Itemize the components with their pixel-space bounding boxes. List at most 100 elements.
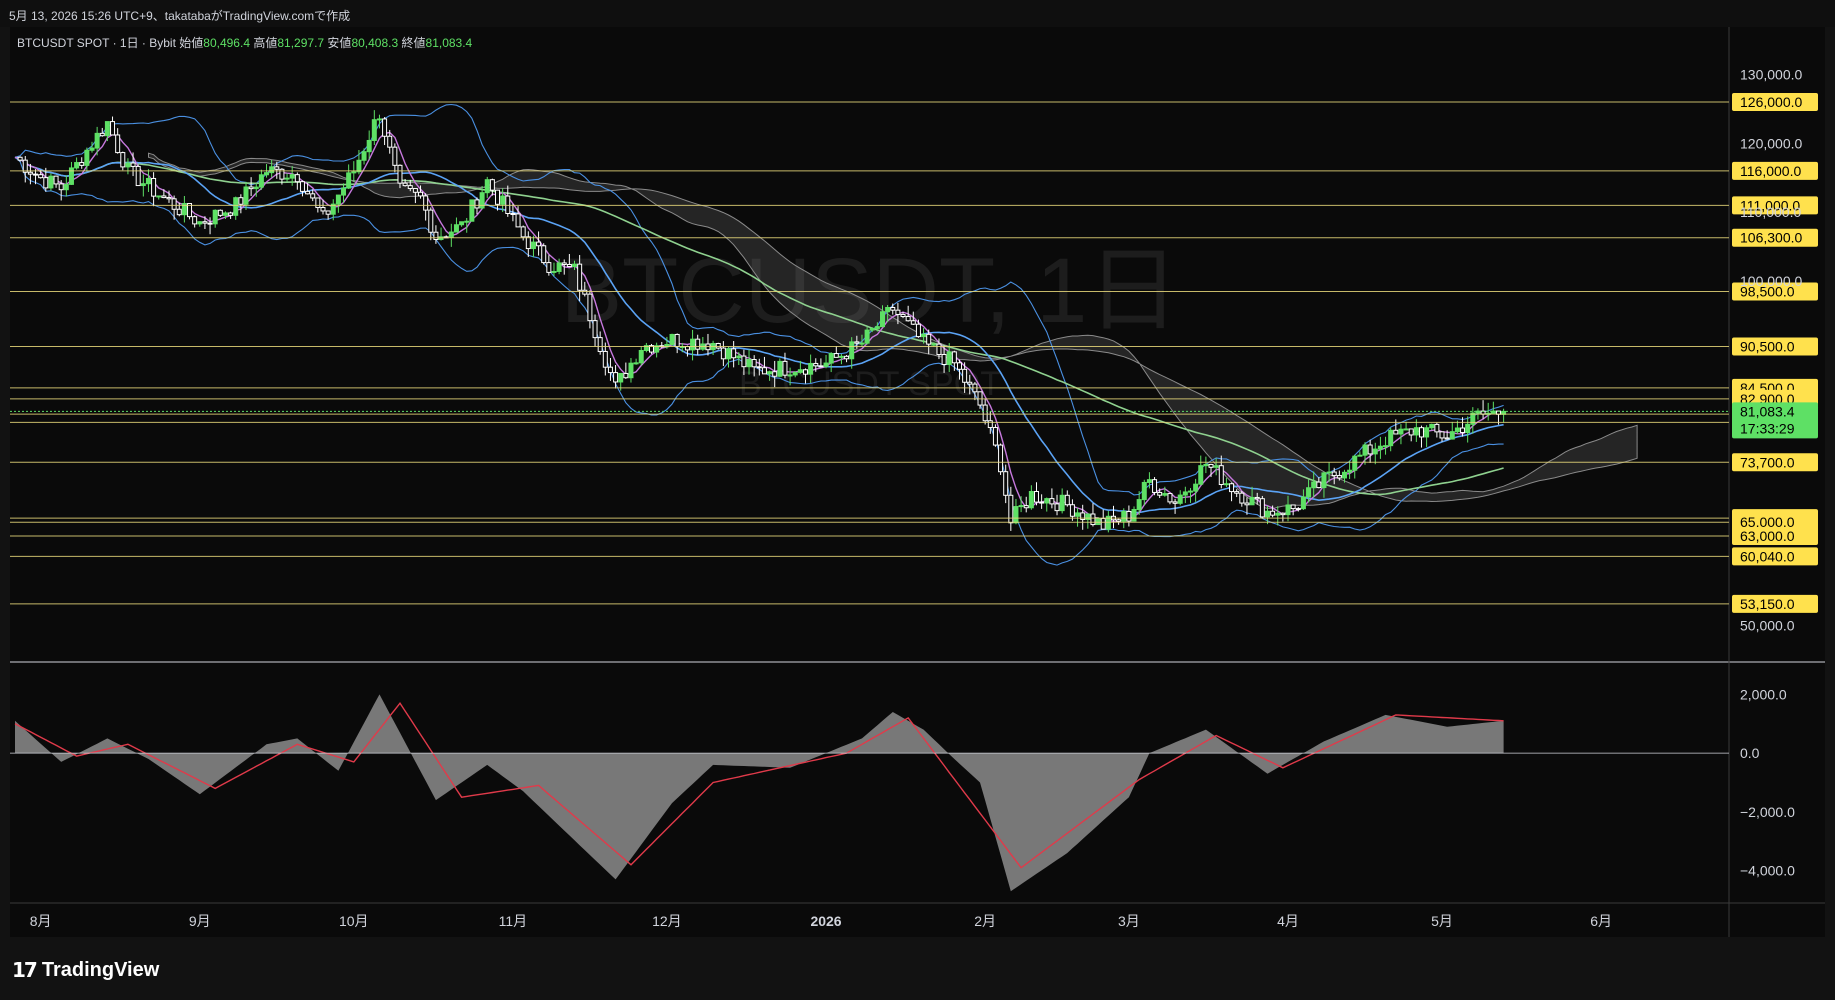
candle-body: [715, 343, 721, 349]
candle-body: [1316, 481, 1322, 489]
candle-body: [1465, 423, 1471, 434]
candle-body: [253, 186, 259, 190]
candle-body: [371, 119, 377, 141]
candle-body: [1244, 502, 1250, 506]
candle-body: [1075, 512, 1081, 517]
candle-body: [1460, 427, 1466, 434]
candle-body: [808, 362, 814, 375]
candle-body: [459, 221, 465, 226]
candle-body: [346, 172, 352, 189]
candle-body: [1393, 429, 1399, 435]
candle-body: [1239, 492, 1245, 504]
candle-body: [1116, 519, 1122, 522]
candle-body: [387, 135, 393, 148]
open-value: 80,496.4: [203, 36, 250, 50]
candle-body: [356, 159, 362, 173]
candle-body: [813, 362, 819, 367]
candle-body: [500, 195, 506, 205]
candle-body: [166, 197, 172, 200]
candle-body: [1311, 481, 1317, 489]
candle-body: [464, 220, 470, 223]
candle-body: [94, 132, 100, 149]
candle-body: [495, 189, 501, 205]
candle-body: [171, 198, 177, 210]
candle-body: [156, 195, 162, 198]
candle-body: [941, 354, 947, 365]
candle-body: [1336, 475, 1342, 479]
candle-body: [895, 309, 901, 315]
candle-body: [79, 162, 85, 166]
candle-body: [823, 362, 829, 367]
candle-body: [110, 121, 116, 136]
candle-body: [294, 174, 300, 183]
candle-body: [366, 139, 372, 153]
candle-body: [1162, 493, 1168, 496]
candle-body: [833, 353, 839, 358]
candle-body: [222, 212, 228, 216]
price-axis-tick: 50,000.0: [1740, 618, 1795, 634]
ohlc-legend: BTCUSDT SPOT · 1日 · Bybit 始値80,496.4 高値8…: [17, 34, 472, 51]
candle-body: [325, 210, 331, 215]
time-axis-tick: 3月: [1118, 913, 1140, 929]
candle-body: [248, 186, 254, 190]
time-axis-tick: 8月: [30, 913, 52, 929]
candle-body: [818, 365, 824, 368]
candle-body: [1157, 491, 1163, 496]
candle-body: [720, 347, 726, 360]
footer-bar: [0, 937, 1835, 1000]
candle-body: [145, 177, 151, 185]
candle-body: [623, 372, 629, 379]
level-tag-label: 63,000.0: [1740, 528, 1795, 544]
candle-body: [556, 262, 562, 272]
candle-body: [1090, 513, 1096, 526]
candle-body: [613, 372, 619, 383]
tradingview-brand[interactable]: 17 TradingView: [12, 958, 159, 982]
candle-body: [602, 350, 608, 368]
candle-body: [289, 174, 295, 179]
candle-body: [607, 366, 613, 374]
candle-body: [869, 327, 875, 331]
candle-body: [1264, 510, 1270, 518]
candle-body: [448, 231, 454, 238]
candle-body: [998, 444, 1004, 473]
candle-body: [982, 404, 988, 422]
candle-body: [428, 209, 434, 233]
candle-body: [315, 197, 321, 209]
candle-body: [274, 166, 280, 170]
candle-body: [1326, 471, 1332, 474]
price-axis-tick: 120,000.0: [1740, 135, 1802, 151]
candle-body: [1044, 498, 1050, 504]
candle-body: [412, 188, 418, 193]
candle-body: [1187, 490, 1193, 493]
candle-body: [361, 151, 367, 161]
candle-body: [592, 320, 598, 339]
candle-body: [104, 121, 110, 137]
candle-body: [1008, 494, 1014, 524]
candle-body: [849, 341, 855, 360]
candle-body: [756, 366, 762, 369]
candle-body: [1177, 494, 1183, 504]
candle-body: [1408, 428, 1414, 436]
candle-body: [1198, 465, 1204, 485]
candle-body: [120, 152, 126, 168]
price-chart-svg[interactable]: BTCUSDT, 1日BTCUSDT SPOT 126,000.0116,000…: [0, 0, 1835, 1000]
candle-body: [243, 186, 249, 205]
time-axis-tick: 11月: [499, 913, 528, 929]
candle-body: [392, 146, 398, 166]
level-tag-label: 73,700.0: [1740, 454, 1795, 470]
time-axis-tick: 6月: [1590, 913, 1612, 929]
candle-body: [1398, 428, 1404, 435]
candle-body: [1413, 427, 1419, 436]
candle-body: [1377, 445, 1383, 450]
candle-body: [1347, 469, 1353, 473]
candle-body: [992, 427, 998, 446]
candle-body: [962, 368, 968, 383]
candle-body: [84, 149, 90, 166]
candle-body: [844, 355, 850, 360]
candle-body: [17, 156, 23, 161]
candle-body: [803, 369, 809, 375]
candle-body: [741, 355, 747, 368]
candle-body: [176, 208, 182, 216]
candle-body: [900, 313, 906, 318]
candle-body: [74, 162, 80, 169]
